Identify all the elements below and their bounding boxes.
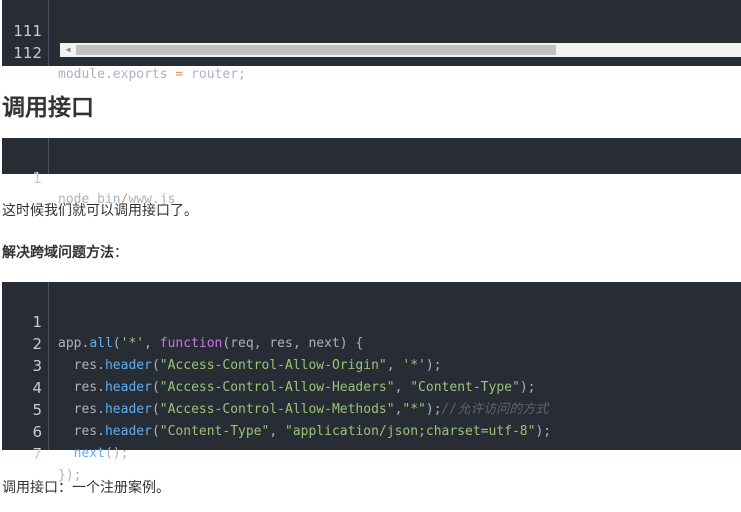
paragraph-register-example: 调用接口：一个注册案例。 [2,480,170,496]
scroll-left-arrow-icon[interactable]: ◀ [62,43,74,57]
code-line: 7 }); [2,421,741,483]
scrollbar-thumb[interactable] [76,45,556,55]
code-line: 2 res.header("Access-Control-Allow-Origi… [2,311,741,373]
code-line: 5 res.header("Content-Type", "applicatio… [2,377,741,439]
horizontal-scrollbar[interactable]: ◀ [60,43,741,57]
bold-text: 解决跨域问题方法 [2,245,114,261]
code-text: module.exports = router; [58,67,246,82]
code-block-node-command: 1 node bin/www.js [2,138,741,207]
code-line: 4 res.header("Access-Control-Allow-Metho… [2,355,741,417]
code-line: 111 [2,0,741,40]
code-block-cors: 1 app.all('*', function(req, res, next) … [2,282,741,483]
paragraph-cors-heading: 解决跨域问题方法： [2,241,128,265]
code-line: 1 app.all('*', function(req, res, next) … [2,289,741,351]
code-line: 112 module.exports = router; [2,20,741,82]
line-number: 112 [13,44,42,62]
line-number: 1 [32,169,42,187]
code-line: 1 node bin/www.js [2,145,741,207]
colon-text: ： [114,245,128,261]
paragraph-ready-to-call: 这时候我们就可以调用接口了。 [2,203,198,219]
code-line: 3 res.header("Access-Control-Allow-Heade… [2,333,741,395]
line-number: 7 [32,445,42,463]
section-heading: 调用接口 [2,95,94,121]
code-line: 6 next(); [2,399,741,461]
code-block-router-export: 111 112 module.exports = router; ◀ [2,0,741,82]
code-text: next(); [73,446,129,461]
